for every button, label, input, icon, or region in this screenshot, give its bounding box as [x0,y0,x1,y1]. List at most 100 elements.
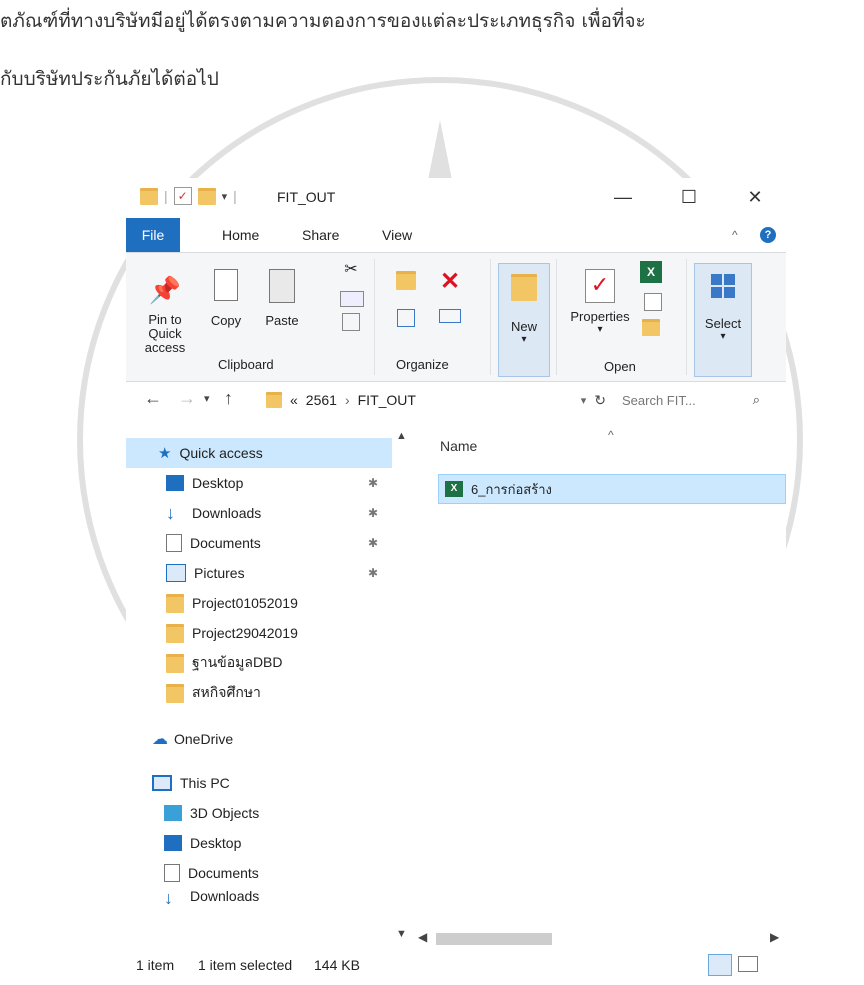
nav-item-desktop[interactable]: Desktop [166,468,243,498]
customize-dropdown-icon[interactable]: ▾ [222,190,228,203]
scroll-left-icon[interactable]: ◀ [418,930,427,944]
search-icon[interactable]: ⌕ [753,392,760,408]
nav-pc-item-downloads[interactable]: ↓ Downloads [164,888,259,904]
nav-this-pc[interactable]: This PC [152,768,230,798]
rename-icon [439,309,461,323]
tab-home[interactable]: Home [210,218,272,252]
nav-item-label: Pictures [194,565,245,581]
title-bar: | ✓ ▾ | FIT_OUT — ☐ ✕ [126,178,786,216]
nav-onedrive[interactable]: ☁ OneDrive [152,724,233,754]
ribbon-separator [556,259,557,375]
folder-icon[interactable] [140,187,158,205]
large-icons-view-icon[interactable] [738,956,758,972]
tab-share[interactable]: Share [290,218,351,252]
nav-item-project29042019[interactable]: Project29042019 [166,618,298,648]
scroll-up-icon[interactable]: ▲ [396,430,407,442]
pin-icon[interactable]: ✱ [368,506,378,520]
document-icon [166,534,182,552]
copy-button[interactable]: Copy [202,269,250,328]
scroll-right-icon[interactable]: ▶ [770,930,779,944]
collapse-ribbon-icon[interactable]: ^ [732,228,738,242]
select-label: Select [704,316,742,331]
folder-icon [166,623,184,643]
properties-check-icon[interactable]: ✓ [173,187,192,205]
tab-file[interactable]: File [126,218,180,252]
scroll-thumb[interactable] [436,933,552,945]
paste-shortcut-icon[interactable] [342,313,360,331]
cut-icon[interactable]: ✂ [340,259,362,279]
refresh-icon[interactable]: ↻ [594,392,606,409]
pin-icon[interactable]: ✱ [368,536,378,550]
breadcrumb-2561[interactable]: 2561 [306,392,337,408]
move-to-button[interactable] [392,271,420,291]
pin-icon: 📌 [148,275,182,305]
help-icon[interactable]: ? [760,227,776,243]
open-group-label: Open [604,359,636,374]
search-input[interactable]: Search FIT... [622,393,696,408]
pin-to-quick-access-button[interactable]: 📌 Pin to Quick access [130,275,200,355]
select-button[interactable]: Select ▾ [694,263,752,377]
nav-item-documents[interactable]: Documents [166,528,261,558]
nav-quick-access[interactable]: ★ Quick access [158,438,263,468]
excel-file-icon: X [445,481,463,497]
rename-button[interactable] [436,309,464,327]
properties-button[interactable]: ✓ Properties ▾ [560,263,640,335]
edit-icon[interactable] [644,293,662,311]
maximize-button[interactable]: ☐ [666,178,712,216]
breadcrumb-overflow[interactable]: « [290,392,298,408]
computer-icon [152,775,172,791]
column-header-name[interactable]: Name [440,438,477,454]
copy-to-button[interactable] [392,309,420,327]
copy-to-icon [397,309,415,327]
nav-pc-item-desktop[interactable]: Desktop [164,828,241,858]
copy-icon [214,269,238,301]
horizontal-scrollbar[interactable]: ◀ ▶ [414,930,786,948]
minimize-button[interactable]: — [600,178,646,216]
folder-icon [166,683,184,703]
new-folder-icon[interactable] [197,187,216,205]
paste-label: Paste [265,313,299,328]
nav-item-label: Downloads [192,505,262,521]
scroll-down-icon[interactable]: ▼ [396,928,407,940]
new-button[interactable]: New ▾ [498,263,550,377]
close-button[interactable]: ✕ [732,178,778,216]
nav-pc-item-3d-objects[interactable]: 3D Objects [164,798,259,828]
nav-item-cooperative-education[interactable]: สหกิจศึกษา [166,678,261,708]
breadcrumb-fit-out[interactable]: FIT_OUT [358,392,416,408]
file-row[interactable]: X 6_การก่อสร้าง [438,474,786,504]
nav-item-dbd-database[interactable]: ฐานข้อมูลDBD [166,648,283,678]
copy-path-icon[interactable] [340,291,364,307]
nav-item-label: Documents [190,535,261,551]
pin-icon[interactable]: ✱ [368,566,378,580]
nav-item-label: สหกิจศึกษา [192,684,261,700]
nav-pc-item-documents[interactable]: Documents [164,858,259,888]
delete-icon[interactable]: ✕ [436,267,464,296]
nav-item-label: Project01052019 [192,595,298,611]
details-view-icon[interactable] [708,954,732,976]
status-selected: 1 item selected [198,957,293,973]
address-box[interactable]: « 2561 › FIT_OUT ▾ ↻ [266,386,606,414]
search-box[interactable]: Search FIT... ⌕ [606,386,768,414]
recent-locations-icon[interactable]: ▾ [204,392,210,405]
navigation-scrollbar[interactable]: ▲ ▼ [392,428,414,948]
nav-item-downloads[interactable]: ↓ Downloads [166,498,261,528]
open-excel-icon[interactable]: X [640,261,662,283]
cloud-icon: ☁ [152,731,168,748]
nav-item-project01052019[interactable]: Project01052019 [166,588,298,618]
address-dropdown-icon[interactable]: ▾ [581,394,587,407]
paste-button[interactable]: Paste [258,269,306,328]
forward-arrow-icon[interactable]: → [178,388,196,409]
nav-item-label: ฐานข้อมูลDBD [192,654,283,670]
pin-icon[interactable]: ✱ [368,476,378,490]
nav-item-pictures[interactable]: Pictures [166,558,245,588]
status-size: 144 KB [314,957,360,973]
back-arrow-icon[interactable]: ← [144,388,162,409]
history-icon[interactable] [642,319,660,336]
tab-view[interactable]: View [370,218,424,252]
up-arrow-icon[interactable]: ↑ [224,388,233,409]
ribbon: 📌 Pin to Quick access Copy Paste ✂ Clipb… [126,252,786,382]
select-dropdown-icon: ▾ [720,331,726,342]
status-bar: 1 item 1 item selected 144 KB [126,950,786,980]
window-title: FIT_OUT [277,189,336,205]
paste-icon [269,269,295,303]
